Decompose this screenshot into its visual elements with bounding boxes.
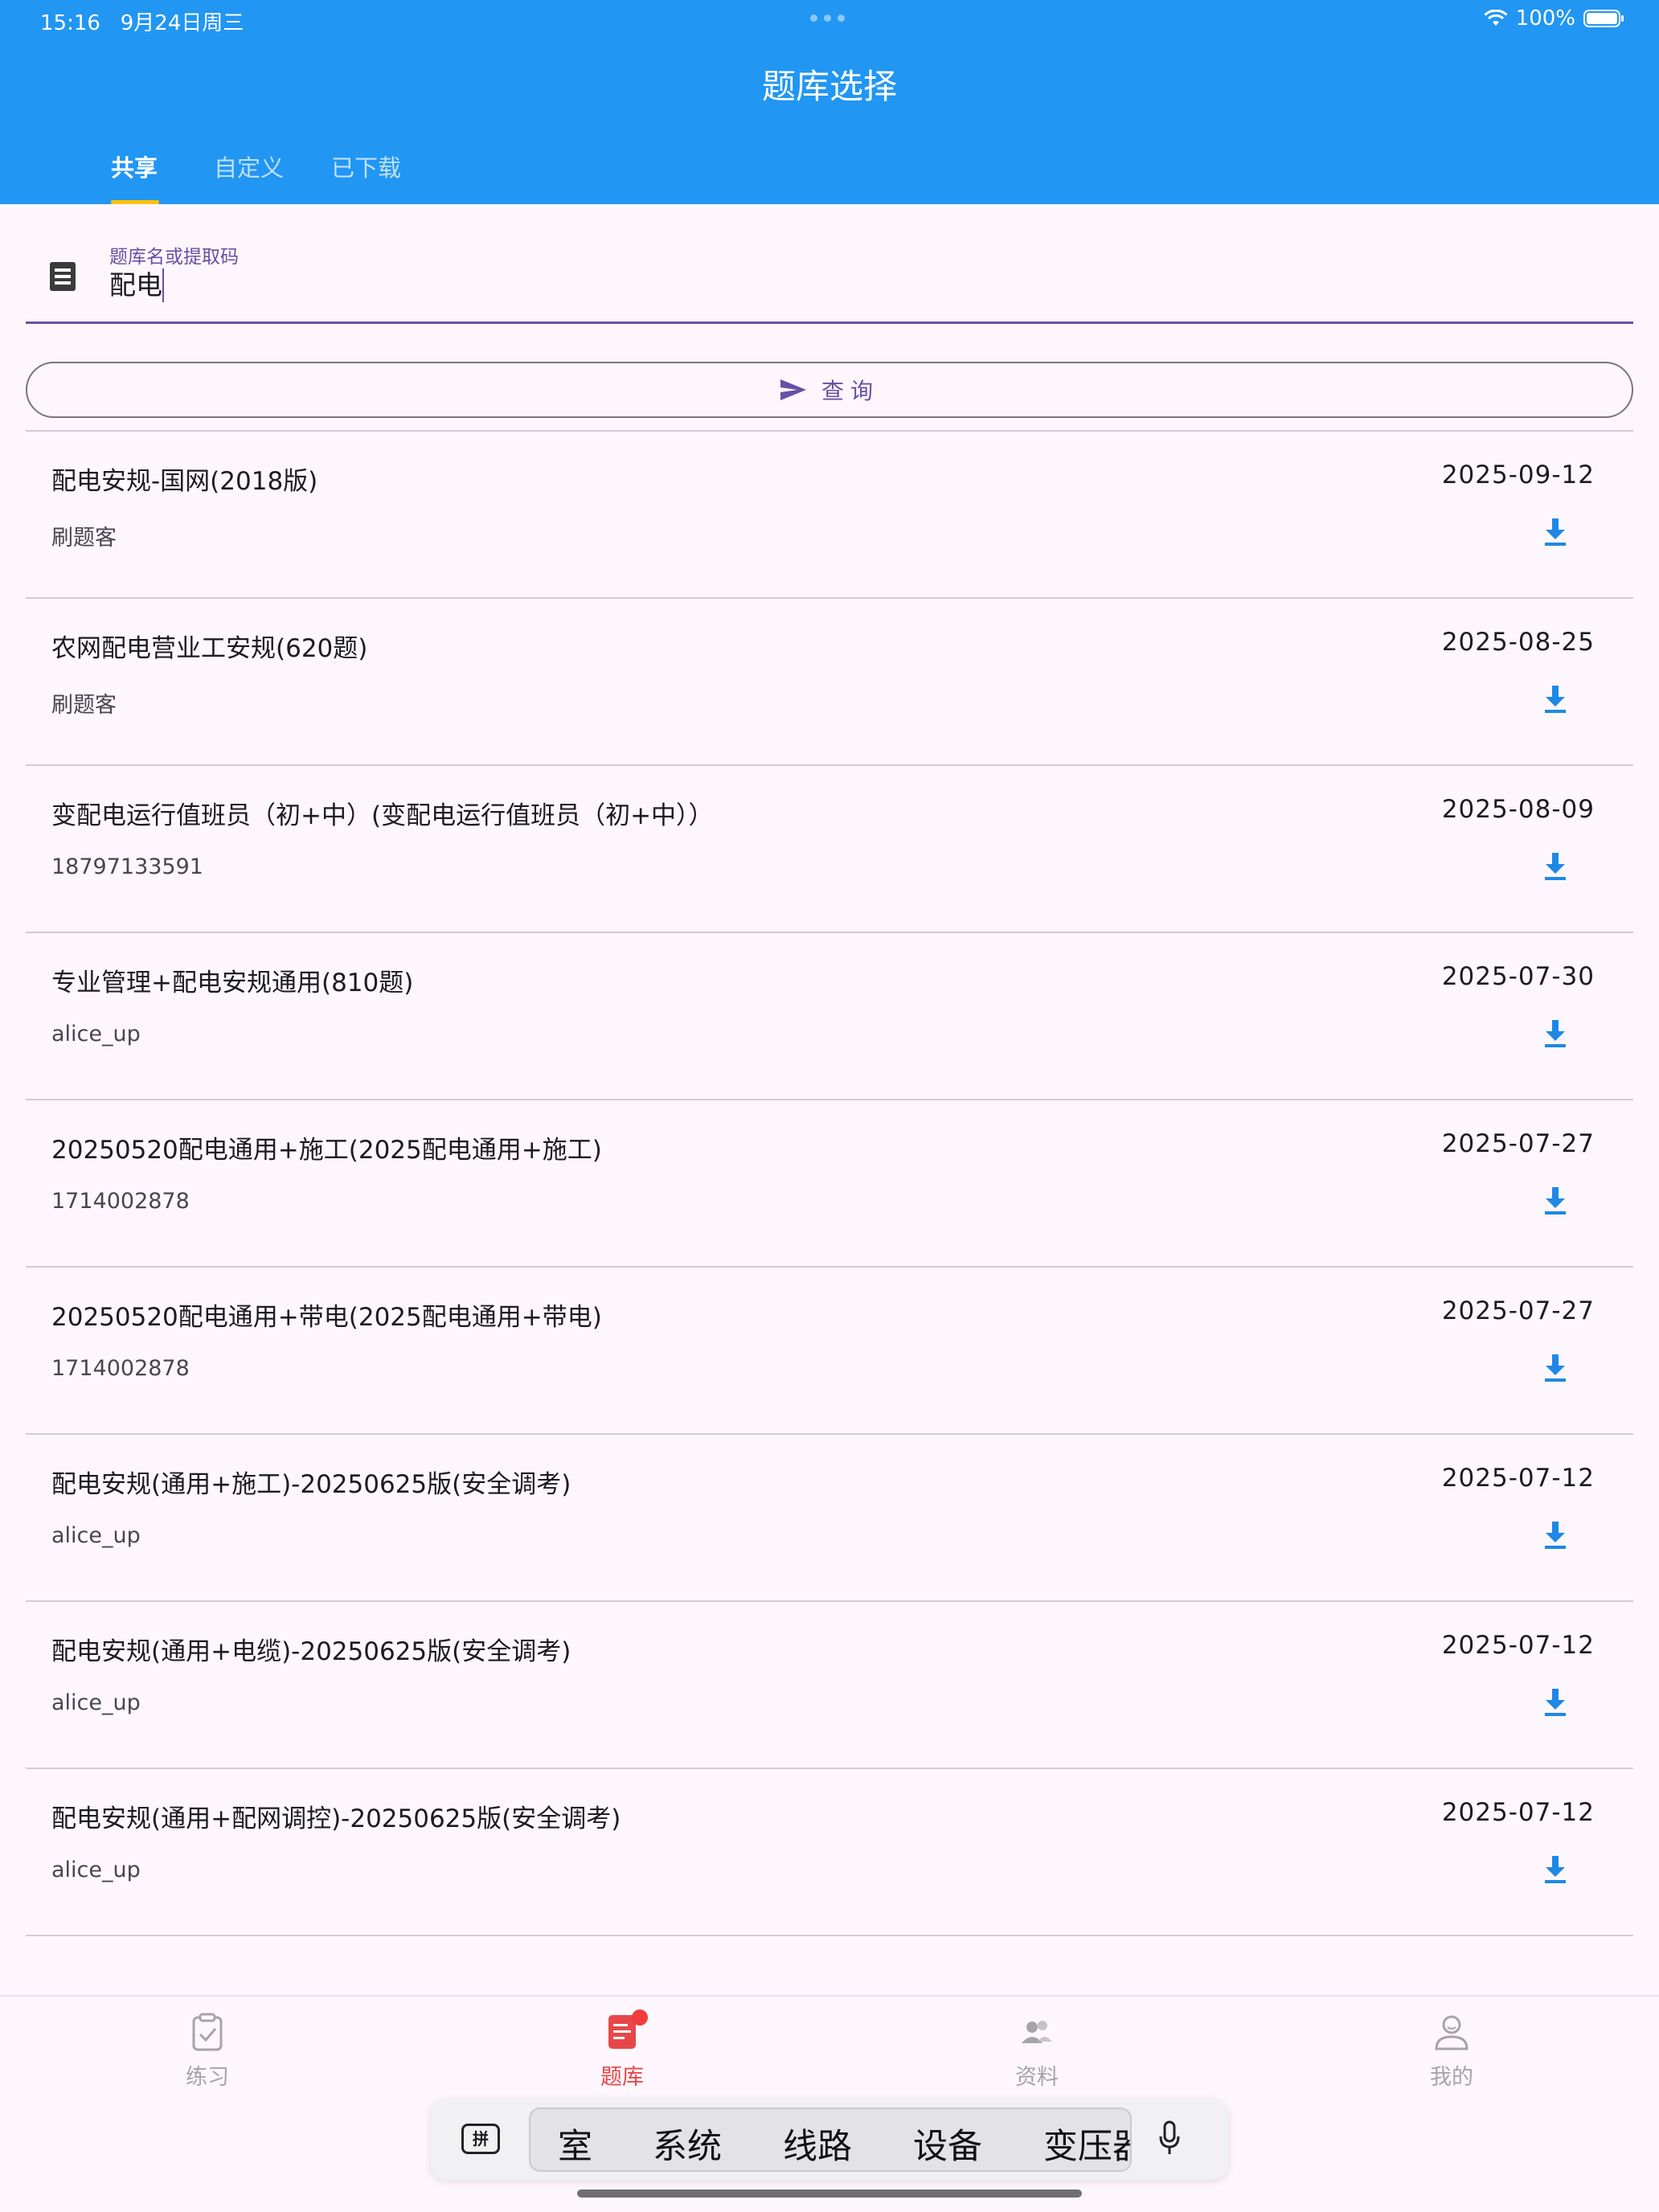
list-item[interactable]: 配电安规(通用+施工)-20250625版(安全调考) alice_up 202… <box>26 1435 1633 1600</box>
status-time: 15:16 9月24日周三 <box>40 11 244 35</box>
download-icon[interactable] <box>1542 1353 1569 1383</box>
multitask-dots-icon[interactable] <box>810 14 845 22</box>
item-author: alice_up <box>51 1858 141 1882</box>
battery-icon <box>1583 10 1624 27</box>
nav-question-bank-label: 题库 <box>600 2065 644 2090</box>
item-date: 2025-07-12 <box>1441 1464 1595 1493</box>
result-list: 配电安规-国网(2018版) 刷题客 2025-09-12 农网配电营业工安规(… <box>26 430 1633 1936</box>
item-title: 配电安规-国网(2018版) <box>51 467 318 496</box>
item-date: 2025-08-25 <box>1441 628 1595 657</box>
nav-practice[interactable]: 练习 <box>143 2011 272 2091</box>
tab-downloaded[interactable]: 已下载 <box>331 150 401 183</box>
tab-indicator <box>111 200 159 204</box>
download-icon[interactable] <box>1542 1520 1569 1550</box>
item-title: 20250520配电通用+施工(2025配电通用+施工) <box>51 1136 602 1165</box>
tab-custom[interactable]: 自定义 <box>214 150 284 183</box>
people-icon <box>1022 2021 1052 2043</box>
item-date: 2025-07-27 <box>1441 1129 1595 1158</box>
item-date: 2025-07-12 <box>1441 1798 1595 1827</box>
item-author: 1714002878 <box>51 1189 190 1214</box>
microphone-icon[interactable] <box>1159 2120 1180 2157</box>
page-title: 题库选择 <box>761 67 897 106</box>
item-title: 配电安规(通用+施工)-20250625版(安全调考) <box>51 1470 571 1499</box>
candidate[interactable]: 设备 <box>913 2119 982 2169</box>
item-title: 变配电运行值班员（初+中）(变配电运行值班员（初+中）） <box>51 801 714 830</box>
nav-mine-label: 我的 <box>1430 2065 1473 2090</box>
download-icon[interactable] <box>1542 684 1569 715</box>
item-author: alice_up <box>51 1523 141 1548</box>
tab-bar: 共享 自定义 已下载 <box>0 145 1659 204</box>
nav-question-bank[interactable]: 题库 <box>558 2009 686 2091</box>
nav-materials[interactable]: 资料 <box>973 2011 1101 2091</box>
item-title: 20250520配电通用+带电(2025配电通用+带电) <box>51 1303 602 1332</box>
item-date: 2025-09-12 <box>1441 461 1595 490</box>
list-item[interactable]: 专业管理+配电安规通用(810题) alice_up 2025-07-30 <box>26 933 1633 1099</box>
download-icon[interactable] <box>1542 1186 1569 1216</box>
app-header: 15:16 9月24日周三 100% 题库选择 共享 自定义 已下载 <box>0 0 1659 204</box>
nav-mine[interactable]: 我的 <box>1387 2011 1516 2091</box>
candidate-strip: 室 系统 线路 设备 变压器 <box>529 2108 1132 2172</box>
list-item[interactable]: 配电安规(通用+配网调控)-20250625版(安全调考) alice_up 2… <box>26 1769 1633 1935</box>
notification-badge <box>632 2009 648 2026</box>
list-item[interactable]: 20250520配电通用+施工(2025配电通用+施工) 1714002878 … <box>26 1100 1633 1266</box>
item-title: 专业管理+配电安规通用(810题) <box>51 969 414 997</box>
candidate[interactable]: 变压器 <box>1043 2119 1130 2169</box>
item-date: 2025-07-30 <box>1441 962 1595 991</box>
item-title: 农网配电营业工安规(620题) <box>51 634 368 663</box>
nav-practice-label: 练习 <box>186 2065 229 2090</box>
candidate[interactable]: 系统 <box>653 2119 722 2169</box>
nav-materials-label: 资料 <box>1015 2065 1059 2090</box>
send-icon <box>780 379 806 400</box>
item-author: 18797133591 <box>51 854 203 879</box>
list-item[interactable]: 20250520配电通用+带电(2025配电通用+带电) 1714002878 … <box>26 1268 1633 1433</box>
item-author: alice_up <box>51 1022 141 1047</box>
item-title: 配电安规(通用+配网调控)-20250625版(安全调考) <box>51 1804 621 1833</box>
list-item[interactable]: 配电安规(通用+电缆)-20250625版(安全调考) alice_up 202… <box>26 1602 1633 1768</box>
person-icon <box>1435 2015 1469 2050</box>
item-author: 刷题客 <box>51 526 117 551</box>
ime-candidate-bar: 拼 室 系统 线路 设备 变压器 <box>431 2099 1228 2180</box>
clipboard-check-icon <box>192 2013 223 2051</box>
search-field[interactable]: 题库名或提取码 <box>26 233 1633 324</box>
list-item[interactable]: 变配电运行值班员（初+中）(变配电运行值班员（初+中）） 18797133591… <box>26 766 1633 932</box>
item-author: 1714002878 <box>51 1356 190 1381</box>
item-date: 2025-08-09 <box>1441 795 1595 824</box>
candidate[interactable]: 线路 <box>783 2119 852 2169</box>
item-author: alice_up <box>51 1690 141 1715</box>
query-button-label: 查询 <box>821 378 879 404</box>
search-label: 题库名或提取码 <box>109 247 239 268</box>
wifi-icon <box>1484 10 1508 26</box>
list-icon <box>50 262 76 291</box>
download-icon[interactable] <box>1542 1854 1569 1885</box>
battery-percent: 100% <box>1515 6 1575 31</box>
download-icon[interactable] <box>1542 517 1569 547</box>
item-date: 2025-07-12 <box>1441 1631 1595 1660</box>
query-button[interactable]: 查询 <box>26 362 1633 418</box>
pinyin-mode-button[interactable]: 拼 <box>461 2124 500 2154</box>
list-item[interactable]: 配电安规-国网(2018版) 刷题客 2025-09-12 <box>26 432 1633 597</box>
item-title: 配电安规(通用+电缆)-20250625版(安全调考) <box>51 1637 571 1666</box>
home-indicator[interactable] <box>577 2189 1082 2198</box>
tab-shared[interactable]: 共享 <box>111 150 158 183</box>
download-icon[interactable] <box>1542 851 1569 882</box>
candidate[interactable]: 室 <box>558 2119 592 2169</box>
item-date: 2025-07-27 <box>1441 1296 1595 1325</box>
download-icon[interactable] <box>1542 1018 1569 1049</box>
download-icon[interactable] <box>1542 1687 1569 1718</box>
item-author: 刷题客 <box>51 693 117 718</box>
status-right: 100% <box>1484 6 1624 31</box>
text-caret <box>162 268 164 302</box>
list-item[interactable]: 农网配电营业工安规(620题) 刷题客 2025-08-25 <box>26 599 1633 764</box>
search-input[interactable] <box>109 267 1476 298</box>
